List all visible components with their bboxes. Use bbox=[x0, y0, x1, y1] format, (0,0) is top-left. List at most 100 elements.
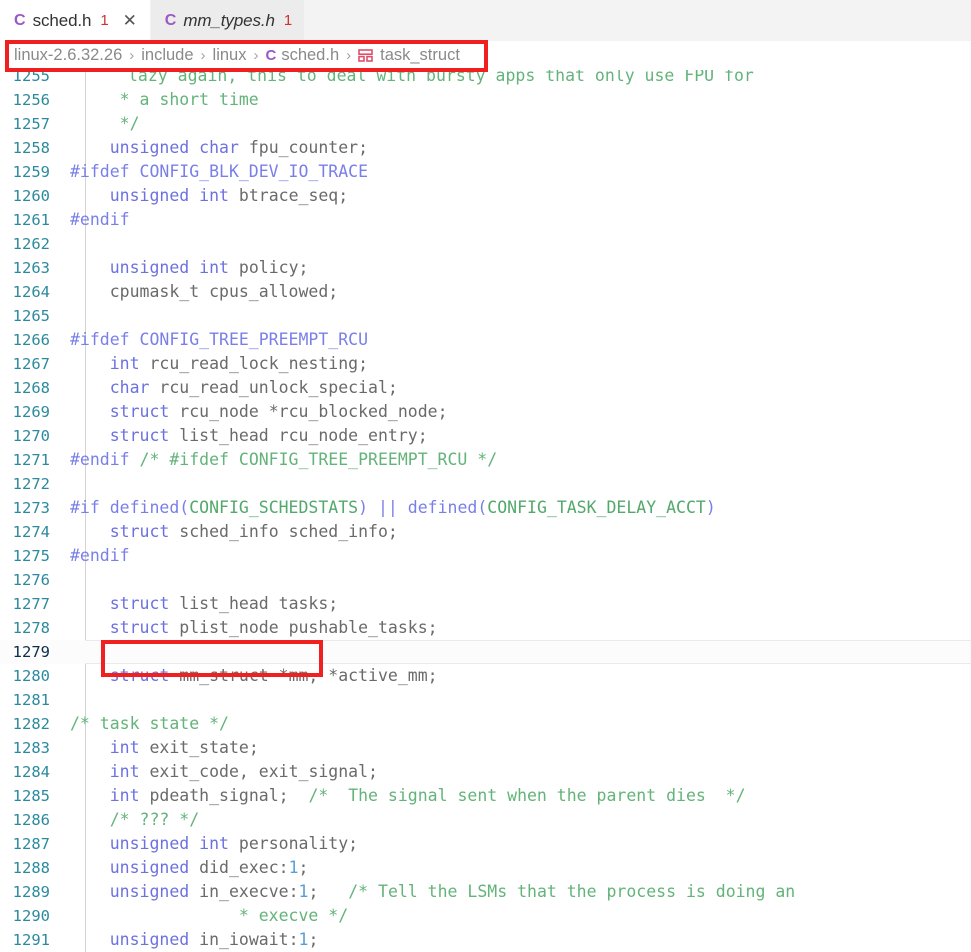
code-token: ; bbox=[308, 882, 349, 901]
code-token: in_execve: bbox=[189, 882, 299, 901]
code-token: char bbox=[109, 378, 150, 397]
code-line[interactable]: 1267 int rcu_read_lock_nesting; bbox=[0, 352, 971, 376]
code-line[interactable]: 1263 unsigned int policy; bbox=[0, 256, 971, 280]
code-token: || bbox=[368, 498, 408, 517]
line-number: 1269 bbox=[12, 403, 50, 421]
code-token: * a short time bbox=[70, 90, 259, 109]
c-file-icon: C bbox=[14, 11, 26, 29]
code-line[interactable]: 1268 char rcu_read_unlock_special; bbox=[0, 376, 971, 400]
code-text: struct mm_struct *mm, *active_mm; bbox=[70, 664, 971, 688]
close-icon[interactable]: ✕ bbox=[122, 12, 138, 29]
line-number: 1290 bbox=[12, 907, 50, 925]
breadcrumb-item-sched-h[interactable]: C sched.h bbox=[265, 46, 339, 65]
code-token: unsigned char bbox=[109, 138, 239, 157]
tab-sched-h[interactable]: C sched.h 1 ✕ bbox=[0, 0, 151, 41]
code-line[interactable]: 1286 /* ??? */ bbox=[0, 808, 971, 832]
line-number: 1263 bbox=[12, 259, 50, 277]
code-line[interactable]: 1257 */ bbox=[0, 112, 971, 136]
line-number: 1259 bbox=[12, 163, 50, 181]
code-line[interactable]: 1287 unsigned int personality; bbox=[0, 832, 971, 856]
code-text: */ bbox=[70, 112, 971, 136]
code-token: */ bbox=[70, 114, 140, 133]
code-token: btrace_seq; bbox=[228, 186, 349, 205]
breadcrumb-item-root[interactable]: linux-2.6.32.26 bbox=[14, 46, 122, 65]
code-line[interactable]: 1289 unsigned in_execve:1; /* Tell the L… bbox=[0, 880, 971, 904]
code-editor[interactable]: 1255 lazy again, this to deal with burst… bbox=[0, 70, 971, 952]
code-line[interactable]: 1270 struct list_head rcu_node_entry; bbox=[0, 424, 971, 448]
code-line[interactable]: 1269 struct rcu_node *rcu_blocked_node; bbox=[0, 400, 971, 424]
code-line[interactable]: 1280 struct mm_struct *mm, *active_mm; bbox=[0, 664, 971, 688]
code-line[interactable]: 1264 cpumask_t cpus_allowed; bbox=[0, 280, 971, 304]
chevron-right-icon: › bbox=[129, 47, 135, 64]
tab-problem-badge: 1 bbox=[283, 12, 293, 29]
code-line[interactable]: 1259 #ifdef CONFIG_BLK_DEV_IO_TRACE bbox=[0, 160, 971, 184]
code-line[interactable]: 1279 bbox=[0, 640, 971, 664]
code-line[interactable]: 1273 #if defined(CONFIG_SCHEDSTATS) || de… bbox=[0, 496, 971, 520]
tab-mm-types-h[interactable]: C mm_types.h 1 bbox=[150, 0, 306, 41]
code-line[interactable]: 1258 unsigned char fpu_counter; bbox=[0, 136, 971, 160]
chevron-right-icon: › bbox=[200, 47, 206, 64]
code-token: /* #ifdef CONFIG_TREE_PREEMPT_RCU */ bbox=[139, 450, 498, 469]
line-number: 1265 bbox=[12, 307, 50, 325]
tab-label: sched.h bbox=[32, 10, 92, 30]
code-token: struct bbox=[109, 618, 170, 637]
line-number: 1264 bbox=[12, 283, 50, 301]
breadcrumb-item-task-struct[interactable]: task_struct bbox=[358, 46, 460, 65]
code-line[interactable]: 1281 bbox=[0, 688, 971, 712]
code-token: #ifdef CONFIG_TREE_PREEMPT_RCU bbox=[70, 330, 369, 349]
code-token: cpumask_t cpus_allowed; bbox=[70, 282, 339, 301]
code-line[interactable]: 1260 unsigned int btrace_seq; bbox=[0, 184, 971, 208]
code-token: rcu_node *rcu_blocked_node; bbox=[169, 402, 448, 421]
code-token: int bbox=[109, 786, 140, 805]
line-number: 1287 bbox=[12, 835, 50, 853]
code-line[interactable]: 1262 bbox=[0, 232, 971, 256]
code-line[interactable]: 1284 int exit_code, exit_signal; bbox=[0, 760, 971, 784]
code-token: CONFIG_TASK_DELAY_ACCT bbox=[487, 498, 706, 517]
code-line[interactable]: 1290 * execve */ bbox=[0, 904, 971, 928]
code-line[interactable]: 1278 struct plist_node pushable_tasks; bbox=[0, 616, 971, 640]
line-number: 1282 bbox=[12, 715, 50, 733]
editor-tab-bar: C sched.h 1 ✕ C mm_types.h 1 bbox=[0, 0, 971, 41]
code-line[interactable]: 1288 unsigned did_exec:1; bbox=[0, 856, 971, 880]
code-line[interactable]: 1291 unsigned in_iowait:1; bbox=[0, 928, 971, 952]
code-token: plist_node pushable_tasks; bbox=[169, 618, 438, 637]
code-line[interactable]: 1266 #ifdef CONFIG_TREE_PREEMPT_RCU bbox=[0, 328, 971, 352]
line-number: 1286 bbox=[12, 811, 50, 829]
line-number: 1279 bbox=[12, 643, 50, 661]
code-token: exit_code, exit_signal; bbox=[139, 762, 378, 781]
code-line[interactable]: 1274 struct sched_info sched_info; bbox=[0, 520, 971, 544]
code-token: list_head rcu_node_entry; bbox=[169, 426, 428, 445]
code-line[interactable]: 1285 int pdeath_signal; /* The signal se… bbox=[0, 784, 971, 808]
code-line[interactable]: 1275 #endif bbox=[0, 544, 971, 568]
code-line[interactable]: 1271 #endif /* #ifdef CONFIG_TREE_PREEMPT… bbox=[0, 448, 971, 472]
code-text: * a short time bbox=[70, 88, 971, 112]
code-line[interactable]: 1277 struct list_head tasks; bbox=[0, 592, 971, 616]
code-line[interactable]: 1283 int exit_state; bbox=[0, 736, 971, 760]
code-line[interactable]: 1282 /* task state */ bbox=[0, 712, 971, 736]
code-line[interactable]: 1256 * a short time bbox=[0, 88, 971, 112]
line-number: 1255 bbox=[12, 70, 50, 85]
code-line[interactable]: 1265 bbox=[0, 304, 971, 328]
line-number: 1261 bbox=[12, 211, 50, 229]
line-number: 1280 bbox=[12, 667, 50, 685]
code-line[interactable]: 1276 bbox=[0, 568, 971, 592]
breadcrumb: linux-2.6.32.26 › include › linux › C sc… bbox=[0, 41, 971, 70]
breadcrumb-item-linux[interactable]: linux bbox=[213, 46, 247, 65]
code-text: int exit_code, exit_signal; bbox=[70, 760, 971, 784]
code-token: /* The signal sent when the parent dies … bbox=[308, 786, 746, 805]
code-text: #ifdef CONFIG_BLK_DEV_IO_TRACE bbox=[70, 160, 971, 184]
code-line[interactable]: 1261 #endif bbox=[0, 208, 971, 232]
breadcrumb-label: sched.h bbox=[281, 46, 340, 64]
breadcrumb-item-include[interactable]: include bbox=[141, 46, 193, 65]
code-line[interactable]: 1272 bbox=[0, 472, 971, 496]
code-token: unsigned bbox=[109, 858, 190, 877]
editor-window: C sched.h 1 ✕ C mm_types.h 1 linux-2.6.3… bbox=[0, 0, 971, 952]
